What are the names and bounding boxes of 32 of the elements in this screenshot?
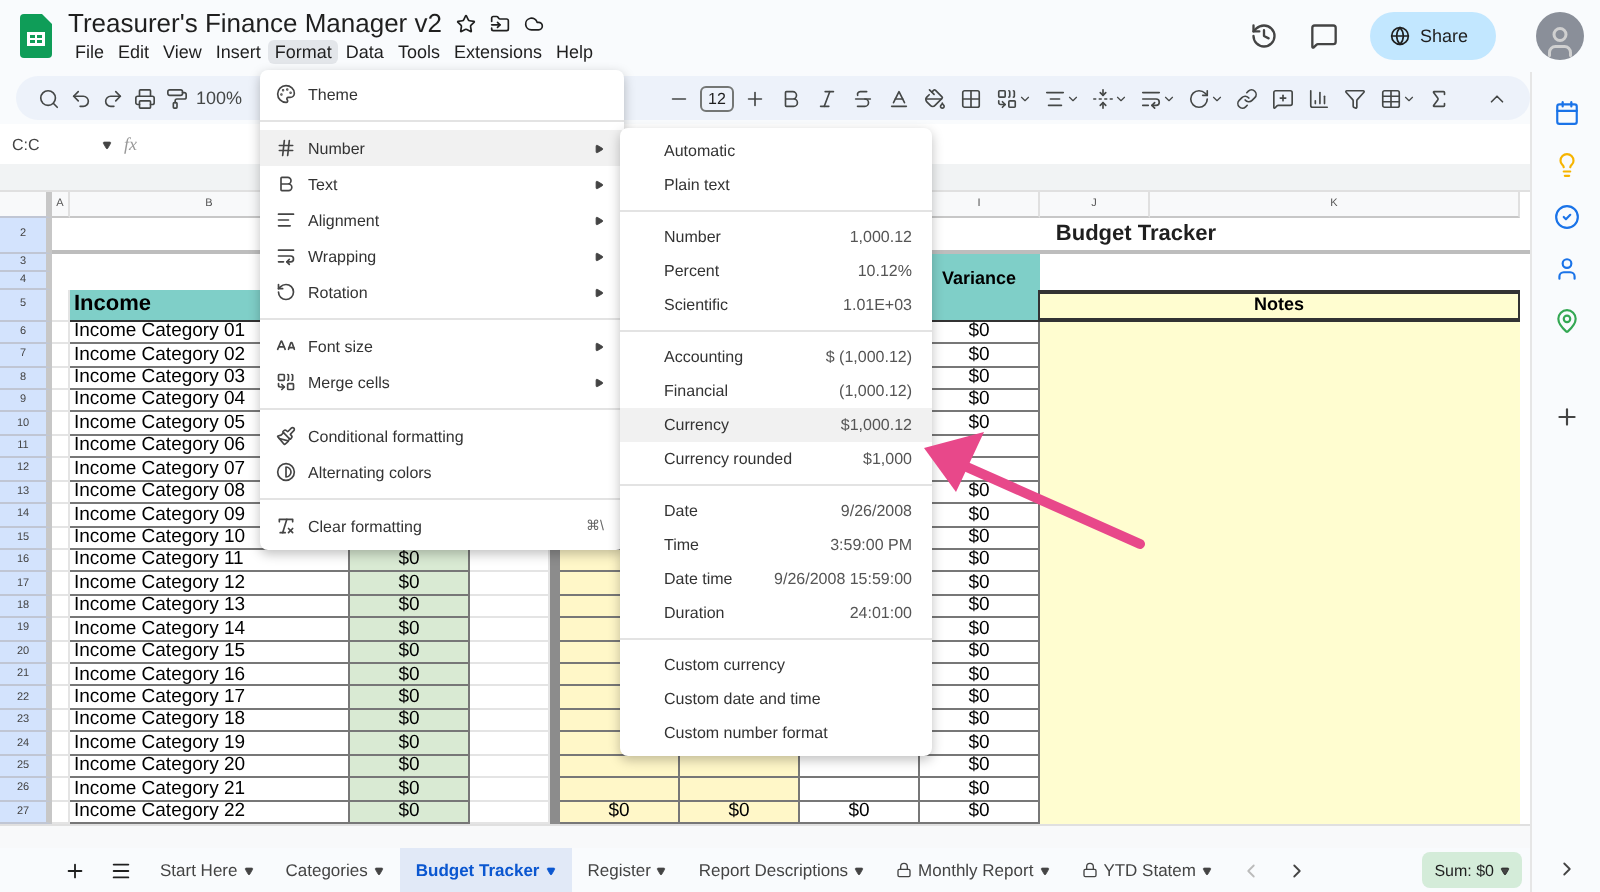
table-cell: $0 xyxy=(800,801,920,824)
table-cell: Income Category 11 xyxy=(70,549,350,573)
table-cell: $0 xyxy=(350,709,470,733)
table-cell: $0 xyxy=(350,618,470,642)
table-cell: Income Category 13 xyxy=(70,595,350,619)
table-cell: Income Category 20 xyxy=(70,755,350,779)
table-cell: Income Category 21 xyxy=(70,778,350,802)
table-cell: Income Category 12 xyxy=(70,572,350,596)
table-cell: $0 xyxy=(350,664,470,687)
table-cell: $0 xyxy=(920,801,1040,824)
function-label: fx xyxy=(124,134,137,154)
table-cell: $0 xyxy=(920,778,1040,802)
table-cell: Income Category 14 xyxy=(70,618,350,642)
table-cell: $0 xyxy=(350,595,470,619)
table-cell: $0 xyxy=(350,686,470,710)
table-cell: $0 xyxy=(350,778,470,802)
table-cell: $0 xyxy=(350,801,470,824)
table-cell: $0 xyxy=(920,755,1040,779)
table-cell: $0 xyxy=(680,801,800,824)
table-cell: Income Category 22 xyxy=(70,801,350,824)
table-cell: Notes xyxy=(1040,289,1520,322)
table-cell: Income Category 17 xyxy=(70,686,350,710)
table-cell: $0 xyxy=(350,572,470,596)
table-cell: Income Category 19 xyxy=(70,732,350,756)
table-cell: Income Category 18 xyxy=(70,709,350,733)
table-cell: $0 xyxy=(350,549,470,573)
table-cell: $0 xyxy=(350,641,470,665)
table-cell: $0 xyxy=(560,801,680,824)
table-cell: Income Category 16 xyxy=(70,664,350,687)
table-cell: $0 xyxy=(350,755,470,779)
table-cell: $0 xyxy=(350,732,470,756)
table-cell: Income Category 15 xyxy=(70,641,350,665)
